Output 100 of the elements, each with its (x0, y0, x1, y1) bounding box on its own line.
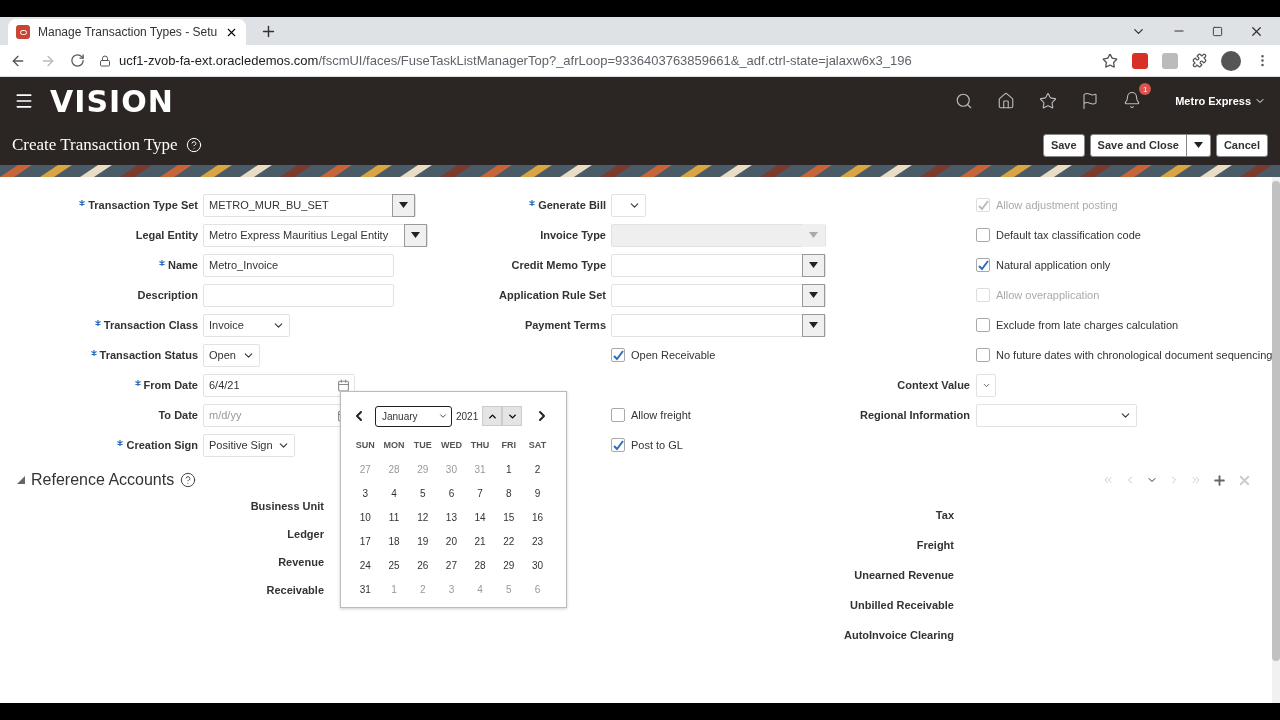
calendar-day[interactable]: 24 (359, 559, 371, 571)
page-title: Create Transaction Type (12, 135, 178, 155)
calendar-day[interactable]: 14 (474, 511, 486, 523)
menu-icon[interactable] (14, 91, 34, 111)
toolbar-button[interactable]: Cancel (1215, 133, 1268, 157)
lov-field[interactable] (611, 283, 826, 307)
home-icon[interactable] (997, 92, 1016, 110)
month-select[interactable]: January (375, 405, 452, 427)
lov-field[interactable] (611, 313, 826, 337)
field-label: Payment Terms (524, 319, 606, 331)
calendar-day[interactable]: 8 (506, 487, 512, 499)
calendar-day[interactable]: 27 (445, 559, 457, 571)
text-field[interactable] (203, 283, 394, 307)
collapse-triangle-icon[interactable] (17, 476, 25, 484)
field-label: Unearned Revenue (854, 568, 954, 583)
lov-field[interactable]: METRO_MUR_BU_SET (203, 193, 416, 217)
checkbox[interactable] (976, 258, 990, 272)
lov-field[interactable]: Metro Express Mauritius Legal Entity (203, 223, 428, 247)
year-up-button[interactable] (482, 406, 503, 426)
calendar-day[interactable]: 10 (359, 511, 371, 523)
weekday-label: TUE (413, 440, 432, 450)
checkbox[interactable] (976, 348, 990, 362)
calendar-day[interactable]: 3 (362, 487, 369, 499)
checkbox[interactable] (976, 228, 990, 242)
calendar-day[interactable]: 28 (474, 559, 486, 571)
field-label: Transaction Class (94, 319, 198, 331)
calendar-day[interactable]: 17 (359, 535, 371, 547)
calendar-day[interactable]: 25 (388, 559, 400, 571)
calendar-day[interactable]: 21 (474, 535, 486, 547)
checkbox-label: Allow freight (631, 409, 691, 421)
lock-icon (99, 54, 111, 67)
select-field[interactable]: Invoice (203, 313, 290, 337)
calendar-day[interactable]: 19 (417, 535, 429, 547)
select-field[interactable]: Open (203, 343, 260, 367)
dropdown-triangle-icon (411, 232, 420, 238)
field-label: Business Unit (250, 499, 324, 514)
profile-avatar-icon[interactable] (1221, 50, 1241, 71)
field-label: Invoice Type (540, 229, 606, 241)
calendar-day[interactable]: 13 (445, 511, 457, 523)
dropdown-triangle-icon (809, 232, 818, 238)
calendar-day[interactable]: 4 (391, 487, 397, 499)
checkbox[interactable] (611, 438, 625, 452)
checkbox[interactable] (611, 348, 625, 362)
calendar-day[interactable]: 30 (531, 559, 544, 571)
checkbox[interactable] (611, 408, 625, 422)
calendar-day[interactable]: 16 (531, 511, 544, 523)
calendar-day[interactable]: 7 (477, 487, 483, 499)
calendar-day[interactable]: 23 (531, 535, 544, 547)
calendar-day[interactable]: 31 (359, 583, 371, 595)
checkbox-label: Open Receivable (631, 349, 716, 361)
required-icon (94, 320, 101, 326)
select-field[interactable]: Positive Sign (203, 433, 295, 457)
year-field[interactable]: 2021 (456, 410, 479, 422)
pdf-extension-icon[interactable] (1132, 52, 1148, 69)
field-label: Ledger (287, 527, 324, 542)
weekday-label: THU (470, 440, 490, 450)
calendar-day[interactable]: 1 (506, 463, 512, 475)
date-field[interactable]: 6/4/21 (203, 373, 355, 397)
calendar-day[interactable]: 26 (417, 559, 429, 571)
add-icon[interactable] (1212, 472, 1228, 488)
search-icon[interactable] (955, 92, 974, 110)
calendar-day[interactable]: 6 (448, 487, 455, 499)
split-button[interactable]: Save and Close (1089, 133, 1187, 157)
url-field[interactable]: ucf1-zvob-fa-ext.oracledemos.com/fscmUI/faces/FuseTaskListManagerTop?_afrLoop=9336403763859661&_adf.ctrl-state=jalaxw6x3_196 (99, 47, 1088, 74)
calendar-day[interactable]: 2 (534, 463, 541, 475)
flag-icon[interactable] (1081, 92, 1100, 110)
calendar-day[interactable]: 29 (503, 559, 515, 571)
checkbox-label: Post to GL (631, 439, 683, 451)
calendar-day[interactable]: 15 (503, 511, 515, 523)
bell-icon[interactable] (1123, 91, 1142, 109)
maximize-icon[interactable] (1212, 25, 1223, 37)
calendar-day[interactable]: 18 (388, 535, 400, 547)
toolbar-button[interactable]: Save (1042, 133, 1085, 157)
calendar-day[interactable]: 22 (503, 535, 515, 547)
field-label: Transaction Status (90, 349, 198, 361)
select-field[interactable] (976, 403, 1137, 427)
scrollbar[interactable] (1272, 177, 1280, 703)
field-label: Unbilled Receivable (850, 598, 954, 613)
checkbox[interactable] (976, 318, 990, 332)
calendar-day[interactable]: 12 (417, 511, 429, 523)
text-field[interactable]: Metro_Invoice (203, 253, 394, 277)
year-down-button[interactable] (502, 406, 523, 426)
select-field[interactable] (976, 373, 996, 397)
lov-field[interactable] (611, 253, 826, 277)
calendar-day[interactable]: 20 (445, 535, 457, 547)
logo[interactable]: VISION (50, 83, 174, 119)
user-menu[interactable]: Metro Express (1175, 95, 1266, 107)
calendar-day[interactable]: 5 (419, 487, 426, 499)
help-icon[interactable] (180, 472, 197, 488)
bookmark-star-icon[interactable] (1102, 52, 1118, 69)
browser-tab[interactable]: Manage Transaction Types - Setu (8, 19, 247, 45)
extensions-icon[interactable] (1192, 53, 1207, 68)
field-label: Generate Bill (529, 199, 606, 211)
calendar-day[interactable]: 9 (534, 487, 541, 499)
weekday-label: SUN (355, 440, 375, 450)
reload-icon[interactable] (70, 53, 85, 68)
star-icon[interactable] (1039, 92, 1058, 110)
calendar-day[interactable]: 11 (388, 511, 400, 523)
select-field[interactable] (611, 193, 646, 217)
calendar-icon[interactable] (337, 378, 350, 392)
